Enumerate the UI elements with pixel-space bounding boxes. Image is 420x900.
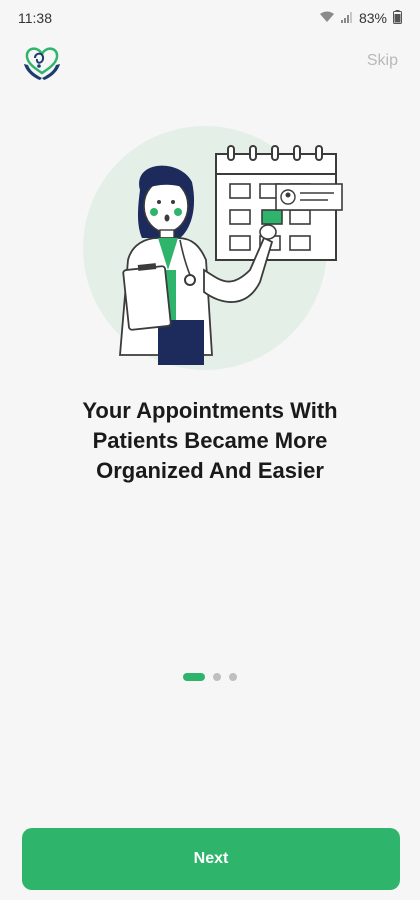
wifi-icon: [319, 10, 335, 26]
status-icons: 83%: [319, 9, 402, 27]
heart-hands-logo-icon: [20, 40, 64, 84]
top-bar: Skip: [0, 40, 420, 84]
page-dot: [229, 673, 237, 681]
battery-icon: [393, 9, 402, 27]
status-time: 11:38: [18, 10, 52, 26]
page-dot-active: [183, 673, 205, 681]
calendar-icon: [215, 145, 343, 261]
battery-percent: 83%: [358, 10, 387, 26]
next-button[interactable]: Next: [22, 828, 400, 890]
headline-line: Your Appointments With: [82, 398, 338, 423]
headline-line: Patients Became More: [92, 428, 328, 453]
page-dot: [213, 673, 221, 681]
doctor-calendar-illustration: [80, 120, 350, 370]
headline-line: Organized And Easier: [96, 458, 324, 483]
next-button-label: Next: [193, 850, 229, 867]
status-bar: 11:38 83%: [0, 0, 420, 36]
onboarding-headline: Your Appointments With Patients Became M…: [30, 396, 390, 486]
page-indicator: [0, 673, 420, 681]
skip-button[interactable]: Skip: [367, 52, 398, 70]
signal-icon: [340, 10, 353, 26]
